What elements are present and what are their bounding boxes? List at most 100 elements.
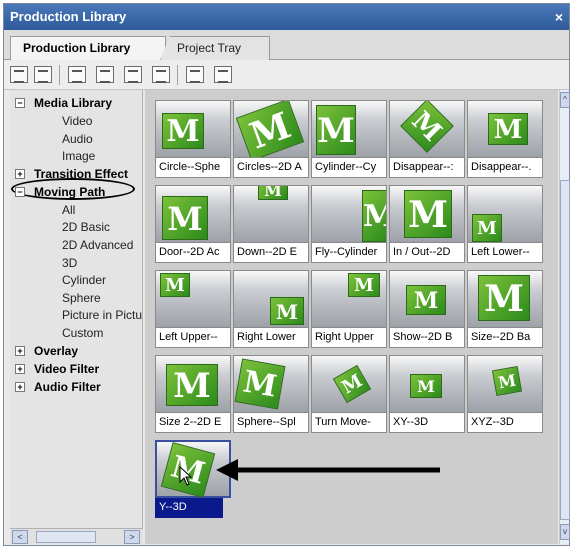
- effect-thumbnail: M: [311, 355, 387, 413]
- expand-icon[interactable]: +: [15, 345, 25, 356]
- effect-item[interactable]: M Show--2D B: [389, 270, 465, 352]
- tree-item[interactable]: Sphere: [10, 289, 142, 307]
- edit-icon[interactable]: [152, 66, 170, 83]
- effect-caption: Cylinder--Cy: [311, 158, 387, 178]
- effect-item[interactable]: M Circle--Sphe: [155, 100, 231, 182]
- effect-caption: Disappear--:: [389, 158, 465, 178]
- m-logo-icon: M: [235, 101, 305, 157]
- effect-item[interactable]: M Left Lower--: [467, 185, 543, 267]
- scroll-down-button[interactable]: v: [560, 524, 570, 540]
- m-logo-icon: M: [404, 190, 452, 238]
- grid-vertical-scrollbar[interactable]: ^ v: [559, 90, 570, 544]
- effect-caption: Turn Move-: [311, 413, 387, 433]
- tree-item[interactable]: 3D: [10, 254, 142, 272]
- tree-item[interactable]: Custom: [10, 324, 142, 342]
- tree-group[interactable]: + Video Filter: [10, 360, 142, 378]
- expand-icon[interactable]: +: [15, 381, 25, 392]
- effect-caption: XY--3D: [389, 413, 465, 433]
- effect-item[interactable]: M Right Upper: [311, 270, 387, 352]
- new-item-icon[interactable]: [68, 66, 86, 83]
- effect-caption: Door--2D Ac: [155, 243, 231, 263]
- list-view-icon[interactable]: [10, 66, 28, 83]
- scroll-right-button[interactable]: >: [124, 530, 140, 544]
- tab-project-tray[interactable]: Project Tray: [160, 36, 270, 60]
- expand-icon[interactable]: +: [15, 363, 25, 374]
- effect-item[interactable]: M Cylinder--Cy: [311, 100, 387, 182]
- effect-item[interactable]: M Size 2--2D E: [155, 355, 231, 437]
- effect-thumbnail: M: [467, 270, 543, 328]
- tree-group[interactable]: + Audio Filter: [10, 378, 142, 396]
- m-logo-icon: M: [400, 101, 454, 153]
- effect-item[interactable]: M Circles--2D A: [233, 100, 309, 182]
- move-icon[interactable]: [96, 66, 114, 83]
- add-icon[interactable]: [124, 66, 142, 83]
- effect-item[interactable]: M Left Upper--: [155, 270, 231, 352]
- effect-item[interactable]: M Disappear--:: [389, 100, 465, 182]
- tree-item[interactable]: Picture in Pictu: [10, 306, 142, 324]
- tree-item[interactable]: Cylinder: [10, 271, 142, 289]
- effect-item[interactable]: M Sphere--Spl: [233, 355, 309, 437]
- effect-item[interactable]: M Down--2D E: [233, 185, 309, 267]
- collapse-icon[interactable]: −: [15, 98, 25, 108]
- effect-caption: Disappear--.: [467, 158, 543, 178]
- effect-thumbnail: M: [311, 185, 387, 243]
- scroll-thumb[interactable]: [560, 180, 570, 520]
- tree-group[interactable]: + Transition Effect: [10, 165, 142, 183]
- m-logo-icon: M: [258, 186, 288, 200]
- effect-thumbnail: M: [155, 440, 231, 498]
- m-logo-icon: M: [406, 285, 446, 315]
- collapse-icon[interactable]: −: [15, 186, 25, 197]
- tree-item[interactable]: 2D Advanced: [10, 236, 142, 254]
- m-logo-icon: M: [162, 196, 208, 240]
- close-icon[interactable]: ×: [555, 4, 563, 30]
- grid-view-icon[interactable]: [34, 66, 52, 83]
- m-logo-icon: M: [491, 365, 523, 397]
- effect-caption: Left Lower--: [467, 243, 543, 263]
- expand-icon[interactable]: +: [15, 168, 25, 179]
- tree-group[interactable]: + Overlay: [10, 342, 142, 360]
- properties-icon[interactable]: [214, 66, 232, 83]
- tree-group[interactable]: − Media Library: [10, 94, 142, 112]
- effect-item[interactable]: M Disappear--.: [467, 100, 543, 182]
- tree-horizontal-scrollbar[interactable]: < >: [10, 528, 143, 544]
- m-logo-icon: M: [270, 297, 304, 325]
- effects-grid: M Circle--Sphe M Circles--2D A M Cylinder--Cy…: [145, 90, 558, 544]
- tree-item[interactable]: Image: [10, 147, 142, 165]
- effect-item[interactable]: M Door--2D Ac: [155, 185, 231, 267]
- toolbar-separator: [177, 65, 178, 85]
- tree-group[interactable]: − Moving Path: [10, 183, 142, 201]
- m-logo-icon: M: [332, 364, 372, 404]
- effect-caption: Right Lower: [233, 328, 309, 348]
- effect-caption: Fly--Cylinder: [311, 243, 387, 263]
- effect-thumbnail: M: [389, 185, 465, 243]
- effect-item[interactable]: M XYZ--3D: [467, 355, 543, 437]
- effect-item[interactable]: M Y--3D: [155, 440, 231, 522]
- preview-icon[interactable]: [186, 66, 204, 83]
- effect-thumbnail: M: [389, 100, 465, 158]
- category-tree: − Media Library Video Audio Image + Transition…: [10, 90, 143, 528]
- tree-item[interactable]: 2D Basic: [10, 218, 142, 236]
- effect-item[interactable]: MFly--Cylinder: [311, 185, 387, 267]
- effect-thumbnail: M: [233, 270, 309, 328]
- effect-thumbnail: M: [389, 270, 465, 328]
- scroll-thumb[interactable]: [36, 531, 96, 543]
- m-logo-icon: M: [166, 364, 218, 406]
- effect-item[interactable]: M Turn Move-: [311, 355, 387, 437]
- effect-thumbnail: M: [233, 185, 309, 243]
- tree-item[interactable]: Video: [10, 112, 142, 130]
- tree-item[interactable]: All: [10, 201, 142, 219]
- effect-caption: Size 2--2D E: [155, 413, 231, 433]
- tab-strip: Production Library Project Tray: [4, 30, 569, 61]
- effect-item[interactable]: M In / Out--2D: [389, 185, 465, 267]
- scroll-up-button[interactable]: ^: [560, 92, 570, 108]
- scroll-left-button[interactable]: <: [12, 530, 28, 544]
- tab-production-library[interactable]: Production Library: [10, 36, 166, 61]
- tree-item[interactable]: Audio: [10, 130, 142, 148]
- effect-item[interactable]: M XY--3D: [389, 355, 465, 437]
- tree-group-label: Video Filter: [34, 361, 100, 376]
- effect-caption: Show--2D B: [389, 328, 465, 348]
- m-logo-icon: M: [472, 214, 502, 242]
- toolbar-separator: [59, 65, 60, 85]
- effect-item[interactable]: M Size--2D Ba: [467, 270, 543, 352]
- effect-item[interactable]: M Right Lower: [233, 270, 309, 352]
